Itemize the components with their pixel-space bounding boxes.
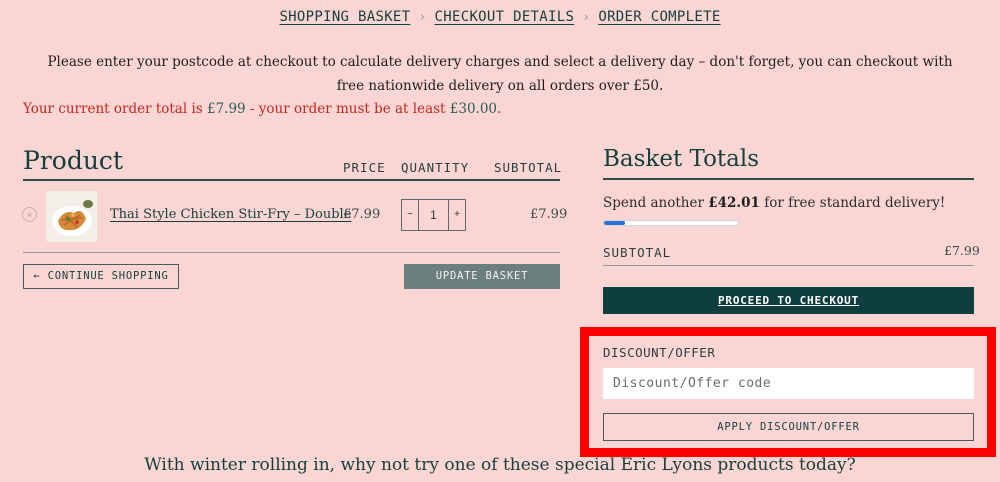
remaining-amount: £42.01 xyxy=(708,195,760,211)
divider xyxy=(23,179,560,181)
promo-heading: With winter rolling in, why not try one … xyxy=(144,455,856,475)
quantity-input[interactable]: 1 xyxy=(418,200,449,230)
warning-text: - your order must be at least xyxy=(245,101,450,117)
breadcrumb-shopping-basket[interactable]: SHOPPING BASKET xyxy=(279,9,410,25)
continue-shopping-button[interactable]: ← CONTINUE SHOPPING xyxy=(23,264,179,289)
free-delivery-progress-bar xyxy=(603,220,739,226)
item-price: £7.99 xyxy=(343,207,381,222)
progress-fill xyxy=(604,221,626,225)
message-text: Spend another xyxy=(603,195,709,211)
price-column-header: PRICE xyxy=(343,160,386,175)
minimum-order-warning: Your current order total is £7.99 - your… xyxy=(23,101,501,117)
warning-text: . xyxy=(497,101,502,117)
free-delivery-message: Spend another £42.01 for free standard d… xyxy=(603,195,945,211)
subtotal-label: SUBTOTAL xyxy=(603,245,672,260)
product-heading: Product xyxy=(23,146,123,175)
divider xyxy=(23,252,560,253)
stir-fry-image xyxy=(46,191,97,242)
quantity-stepper[interactable]: − 1 + xyxy=(401,199,466,231)
breadcrumb: SHOPPING BASKET › CHECKOUT DETAILS › ORDER C… xyxy=(0,9,1000,25)
minimum-order-value: £30.00 xyxy=(449,101,498,117)
breadcrumb-order-complete[interactable]: ORDER COMPLETE xyxy=(598,9,720,25)
chevron-right-icon: › xyxy=(418,10,427,25)
proceed-to-checkout-button[interactable]: PROCEED TO CHECKOUT xyxy=(603,287,974,314)
warning-text: Your current order total is xyxy=(23,101,207,117)
divider xyxy=(603,178,974,180)
message-text: for free standard delivery! xyxy=(759,195,946,211)
quantity-decrease-button[interactable]: − xyxy=(402,200,418,230)
subtotal-column-header: SUBTOTAL xyxy=(494,160,563,175)
divider xyxy=(603,265,974,266)
update-basket-button[interactable]: UPDATE BASKET xyxy=(404,264,560,289)
subtotal-value: £7.99 xyxy=(944,243,980,258)
quantity-increase-button[interactable]: + xyxy=(449,200,465,230)
close-icon: × xyxy=(26,210,33,221)
product-name-link[interactable]: Thai Style Chicken Stir-Fry – Double xyxy=(110,207,351,222)
order-total-value: £7.99 xyxy=(207,101,246,117)
discount-code-input[interactable] xyxy=(603,368,974,399)
apply-discount-button[interactable]: APPLY DISCOUNT/OFFER xyxy=(603,413,974,441)
remove-item-button[interactable]: × xyxy=(22,207,37,222)
breadcrumb-checkout-details[interactable]: CHECKOUT DETAILS xyxy=(435,9,575,25)
delivery-notice: Please enter your postcode at checkout t… xyxy=(47,54,953,94)
item-subtotal: £7.99 xyxy=(530,207,568,222)
quantity-column-header: QUANTITY xyxy=(401,160,470,175)
chevron-right-icon: › xyxy=(582,10,591,25)
discount-label: DISCOUNT/OFFER xyxy=(603,345,716,360)
basket-totals-heading: Basket Totals xyxy=(603,146,760,172)
product-thumbnail[interactable] xyxy=(46,191,97,242)
